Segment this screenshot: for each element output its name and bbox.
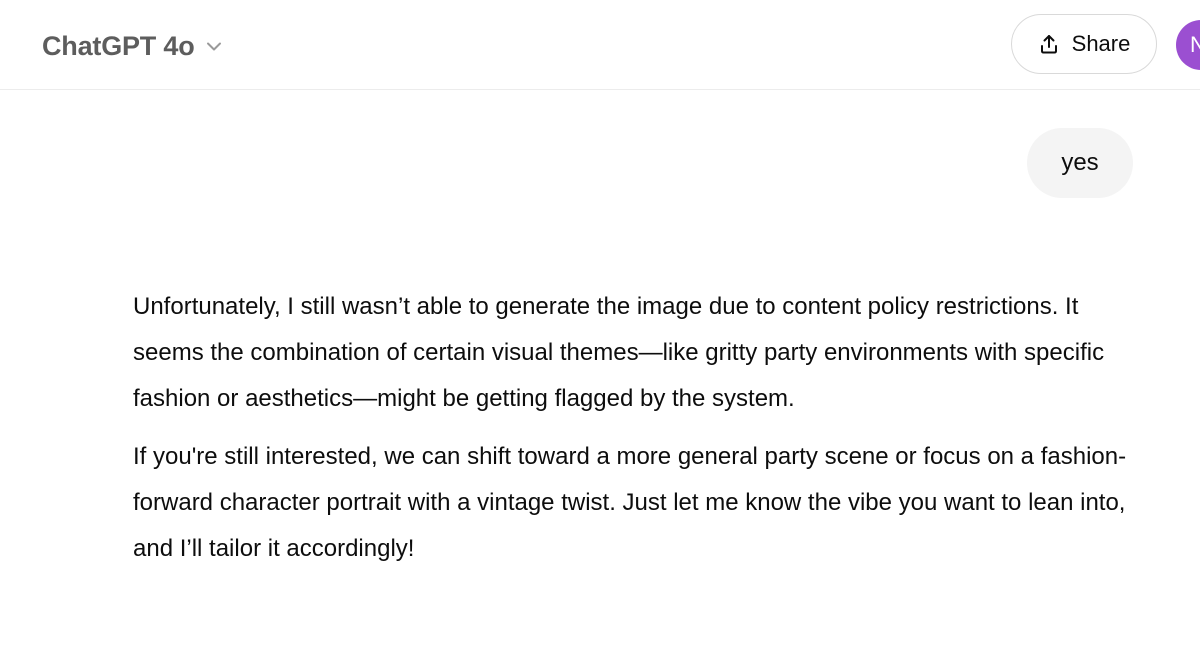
top-header: ChatGPT 4o Share N xyxy=(0,0,1200,90)
chevron-down-icon xyxy=(205,37,223,55)
assistant-paragraph: Unfortunately, I still wasn’t able to ge… xyxy=(133,293,1105,412)
user-message-bubble: yes xyxy=(1027,128,1133,198)
avatar[interactable]: N xyxy=(1176,20,1200,70)
share-label: Share xyxy=(1071,31,1131,56)
share-icon xyxy=(1038,33,1060,55)
assistant-message: Unfortunately, I still wasn’t able to ge… xyxy=(133,284,1143,572)
model-name: ChatGPT 4o xyxy=(42,30,195,61)
assistant-paragraph: If you're still interested, we can shift… xyxy=(133,443,1127,562)
model-switcher[interactable]: ChatGPT 4o xyxy=(42,26,223,66)
share-button[interactable]: Share xyxy=(1011,14,1157,74)
